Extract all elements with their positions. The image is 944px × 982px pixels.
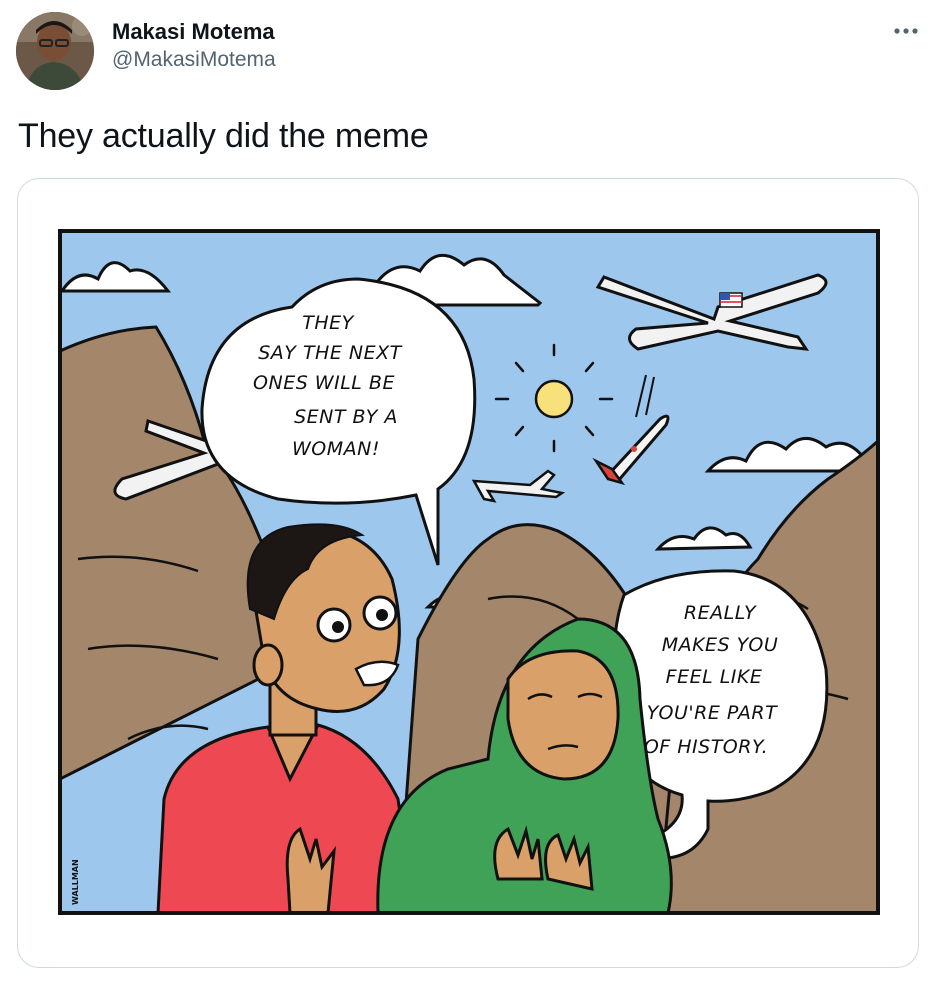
speech-left-line: ONES WILL BE	[253, 372, 395, 394]
speech-left-line: WOMAN!	[292, 438, 380, 460]
speech-right-line: FEEL LIKE	[666, 666, 763, 688]
profile-photo	[16, 12, 94, 90]
speech-left-line: THEY	[302, 312, 354, 334]
comic-signature: WALLMAN	[71, 859, 80, 905]
ellipsis-icon	[894, 28, 918, 34]
speech-left-line: SENT BY A	[294, 406, 398, 428]
more-options-button[interactable]	[890, 20, 922, 42]
tweet-media-card[interactable]: THEY SAY THE NEXT ONES WILL BE SENT BY A…	[17, 178, 919, 968]
tweet-text: They actually did the meme	[18, 117, 429, 155]
speech-right-line: YOU'RE PART	[647, 702, 778, 724]
speech-right-line: REALLY	[684, 602, 757, 624]
speech-left-line: SAY THE NEXT	[258, 342, 402, 364]
avatar[interactable]	[16, 12, 94, 90]
user-handle[interactable]: @MakasiMotema	[112, 46, 276, 74]
tweet-author: Makasi Motema @MakasiMotema	[112, 18, 276, 74]
display-name[interactable]: Makasi Motema	[112, 18, 276, 46]
comic-image: THEY SAY THE NEXT ONES WILL BE SENT BY A…	[58, 229, 880, 915]
speech-right-line: OF HISTORY.	[644, 736, 768, 758]
speech-right-line: MAKES YOU	[662, 634, 779, 656]
